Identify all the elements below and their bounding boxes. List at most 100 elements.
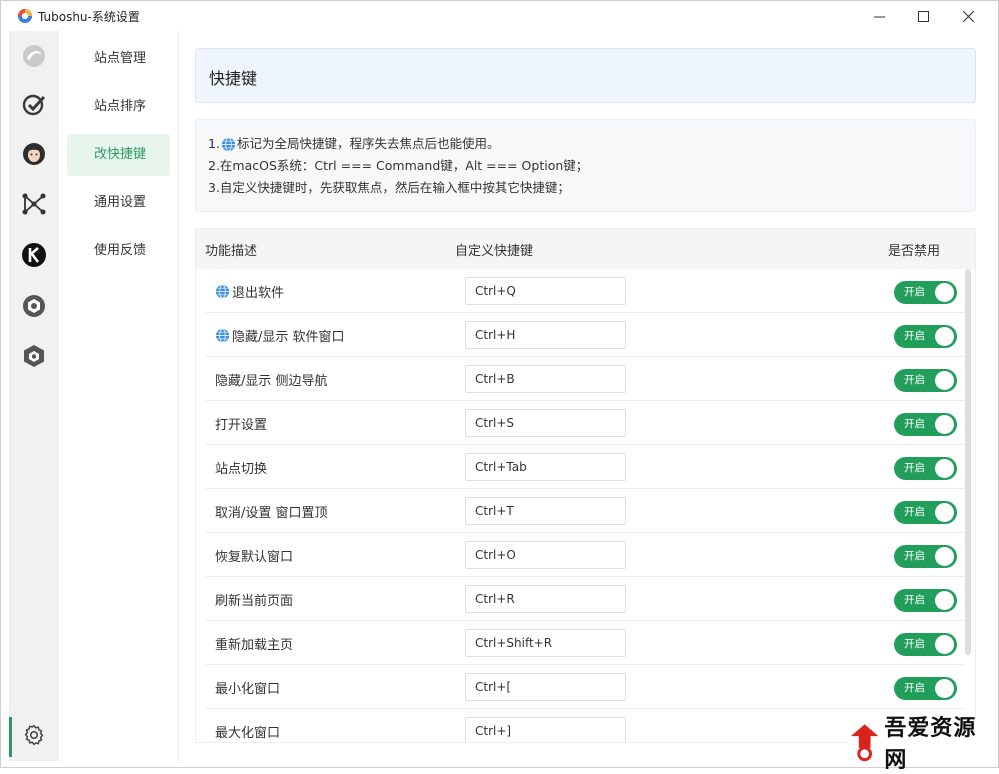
toggle-knob [935, 371, 954, 390]
shortcut-input[interactable]: Ctrl+Tab [465, 453, 626, 481]
table-body[interactable]: 退出软件 Ctrl+Q 开启 隐藏/显示 软件窗口 Ctrl+H 开启 隐藏/显示 侧边导航… [196, 269, 975, 742]
toggle-knob [935, 327, 954, 346]
close-icon [962, 10, 974, 22]
table-row: 打开设置 Ctrl+S 开启 [206, 401, 964, 445]
shortcut-input[interactable]: Ctrl+Q [465, 277, 626, 305]
avatar-face-icon[interactable] [21, 141, 47, 167]
disable-toggle[interactable]: 开启 [894, 589, 957, 612]
k-logo-icon[interactable] [21, 242, 47, 268]
disable-toggle[interactable]: 开启 [894, 457, 957, 480]
cube-logo-icon[interactable] [21, 343, 47, 369]
table-row: 重新加载主页 Ctrl+Shift+R 开启 [206, 621, 964, 665]
row-description-text: 取消/设置 窗口置顶 [215, 506, 328, 521]
shortcut-input[interactable]: Ctrl+[ [465, 673, 626, 701]
table-row: 站点切换 Ctrl+Tab 开启 [206, 445, 964, 489]
toggle-label: 开启 [904, 682, 925, 694]
disable-toggle[interactable]: 开启 [894, 501, 957, 524]
menu-item-shortcuts[interactable]: 改快捷键 [67, 134, 170, 176]
row-description: 打开设置 [215, 414, 267, 433]
row-description: 最大化窗口 [215, 722, 280, 741]
menu-item-site-manage[interactable]: 站点管理 [67, 38, 170, 80]
globe-icon [215, 284, 230, 299]
disable-toggle[interactable]: 开启 [894, 633, 957, 656]
table-row: 恢复默认窗口 Ctrl+O 开启 [206, 533, 964, 577]
toggle-knob [935, 591, 954, 610]
site-icon-rail [9, 31, 59, 761]
app-swirl-icon[interactable] [21, 43, 47, 69]
row-description-text: 刷新当前页面 [215, 594, 294, 609]
disable-toggle[interactable]: 开启 [894, 325, 957, 348]
menu-item-general[interactable]: 通用设置 [67, 182, 170, 224]
watermark: 吾爱资源网 [849, 715, 997, 773]
shortcut-input[interactable]: Ctrl+B [465, 365, 626, 393]
disable-toggle[interactable]: 开启 [894, 413, 957, 436]
toggle-knob [935, 635, 954, 654]
page-title: 快捷键 [209, 69, 258, 88]
row-description: 重新加载主页 [215, 634, 293, 653]
row-description-text: 隐藏/显示 侧边导航 [215, 374, 328, 389]
minimize-icon [873, 16, 885, 17]
note-1-text: 标记为全局快捷键，程序失去焦点后也能使用。 [236, 136, 500, 151]
row-description: 退出软件 [215, 282, 284, 301]
table-header: 功能描述 自定义快捷键 是否禁用 [196, 229, 975, 269]
row-description: 站点切换 [215, 458, 267, 477]
disable-toggle[interactable]: 开启 [894, 281, 957, 304]
shortcut-table: 功能描述 自定义快捷键 是否禁用 退出软件 Ctrl+Q 开启 隐藏/显示 软件窗口 C… [195, 228, 976, 743]
toggle-label: 开启 [904, 418, 925, 430]
toggle-knob [935, 283, 954, 302]
shortcut-input[interactable]: Ctrl+Shift+R [465, 629, 626, 657]
settings-menu: 站点管理 站点排序 改快捷键 通用设置 使用反馈 [59, 31, 179, 761]
app-logo-icon [18, 9, 32, 23]
toggle-knob [935, 415, 954, 434]
shortcut-input[interactable]: Ctrl+H [465, 321, 626, 349]
table-scrollbar[interactable] [965, 269, 971, 655]
table-row: 最小化窗口 Ctrl+[ 开启 [206, 665, 964, 709]
note-line-2: 2.在macOS系统：Ctrl === Command键，Alt === Opt… [208, 158, 589, 173]
page-header: 快捷键 [195, 48, 976, 103]
shortcut-input[interactable]: Ctrl+R [465, 585, 626, 613]
disable-toggle[interactable]: 开启 [894, 369, 957, 392]
shortcut-input[interactable]: Ctrl+S [465, 409, 626, 437]
shortcut-input[interactable]: Ctrl+] [465, 717, 626, 742]
network-nodes-icon[interactable] [21, 191, 47, 217]
table-row: 退出软件 Ctrl+Q 开启 [206, 269, 964, 313]
row-description-text: 重新加载主页 [215, 638, 294, 653]
toggle-knob [935, 503, 954, 522]
minimize-button[interactable] [856, 1, 902, 31]
table-row: 隐藏/显示 软件窗口 Ctrl+H 开启 [206, 313, 964, 357]
maximize-button[interactable] [900, 1, 946, 31]
table-row: 隐藏/显示 侧边导航 Ctrl+B 开启 [206, 357, 964, 401]
globe-icon [215, 328, 230, 343]
toggle-knob [935, 459, 954, 478]
toggle-knob [935, 547, 954, 566]
toggle-label: 开启 [904, 286, 925, 298]
title-bar[interactable]: Tuboshu-系统设置 [1, 1, 998, 31]
hexagon-camera-icon[interactable] [21, 293, 47, 319]
toggle-label: 开启 [904, 638, 925, 650]
col-header-desc: 功能描述 [205, 244, 258, 259]
instructions-box: 1. 标记为全局快捷键，程序失去焦点后也能使用。 2.在macOS系统：Ctrl… [195, 119, 976, 212]
row-description-text: 最小化窗口 [215, 682, 281, 697]
row-description-text: 隐藏/显示 软件窗口 [232, 330, 345, 345]
note-1-prefix: 1. [208, 136, 220, 151]
menu-item-site-sort[interactable]: 站点排序 [67, 86, 170, 128]
watermark-text: 吾爱资源网 [884, 715, 977, 773]
window-title: Tuboshu-系统设置 [38, 10, 140, 24]
table-row: 取消/设置 窗口置顶 Ctrl+T 开启 [206, 489, 964, 533]
disable-toggle[interactable]: 开启 [894, 677, 957, 700]
toggle-label: 开启 [904, 594, 925, 606]
col-header-shortcut: 自定义快捷键 [455, 244, 534, 259]
close-button[interactable] [945, 1, 991, 31]
row-description: 刷新当前页面 [215, 590, 293, 609]
menu-item-feedback[interactable]: 使用反馈 [67, 230, 170, 272]
shortcut-input[interactable]: Ctrl+O [465, 541, 626, 569]
settings-window: Tuboshu-系统设置 站点管理 站点排序 改快捷键 通用设置 使用反馈 快捷… [0, 0, 999, 773]
globe-check-icon[interactable] [21, 92, 47, 118]
toggle-knob [935, 679, 954, 698]
settings-rail-button[interactable] [9, 709, 59, 761]
disable-toggle[interactable]: 开启 [894, 545, 957, 568]
row-description-text: 恢复默认窗口 [215, 550, 294, 565]
row-description: 取消/设置 窗口置顶 [215, 502, 328, 521]
shortcut-input[interactable]: Ctrl+T [465, 497, 626, 525]
row-description-text: 站点切换 [215, 462, 268, 477]
